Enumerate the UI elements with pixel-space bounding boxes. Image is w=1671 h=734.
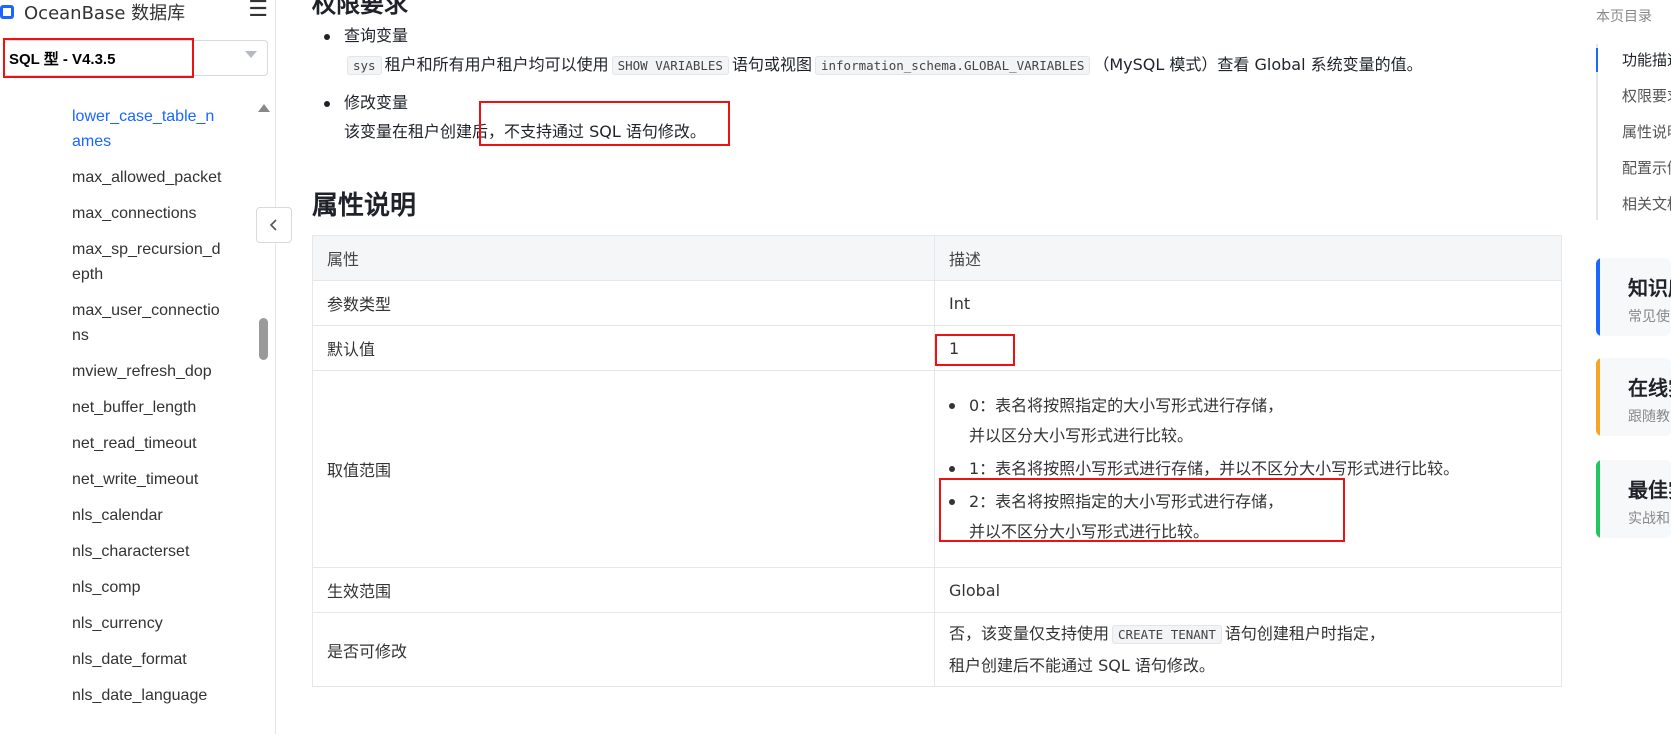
- sidebar-item-max-user-connections[interactable]: max_user_connections: [72, 298, 222, 348]
- sidebar-item-max-connections[interactable]: max_connections: [72, 201, 222, 226]
- highlight-box-version: [3, 38, 194, 78]
- cell-scope-value: Global: [934, 567, 1562, 613]
- card-title: 最佳实: [1628, 478, 1671, 502]
- cell-default-value: 1: [934, 325, 1562, 371]
- sidebar-item-max-sp-recursion-depth[interactable]: max_sp_recursion_depth: [72, 237, 222, 287]
- query-text-3: （MySQL 模式）查看 Global 系统变量的值。: [1093, 55, 1423, 74]
- range-0-line1: 0：表名将按照指定的大小写形式进行存储，: [969, 396, 1284, 415]
- card-subtitle: 实战和: [1628, 511, 1670, 527]
- code-create-tenant: CREATE TENANT: [1112, 625, 1222, 644]
- table-row: 生效范围 Global: [312, 567, 1562, 613]
- table-row: 是否可修改 否，该变量仅支持使用 CREATE TENANT 语句创建租户时指定， …: [312, 612, 1562, 687]
- sidebar-item-nls-characterset[interactable]: nls_characterset: [72, 539, 222, 564]
- page-toc: 本页目录 功能描述 权限要求 属性说明 配置示例 相关文档 知识库 常见使 在线…: [1596, 0, 1671, 734]
- collapse-sidebar-button[interactable]: [256, 207, 292, 243]
- card-subtitle: 常见使: [1628, 309, 1670, 325]
- chevron-down-icon: [245, 51, 257, 58]
- card-accent-bar: [1596, 358, 1600, 436]
- scrollbar-thumb[interactable]: [259, 318, 268, 360]
- card-accent-bar: [1596, 460, 1600, 538]
- cell-default-label: 默认值: [312, 325, 935, 371]
- sidebar: OceanBase 数据库 ☰ SQL 型 - V4.3.5 lower_cas…: [0, 0, 276, 734]
- query-text-2: 语句或视图: [731, 55, 812, 74]
- query-title: 查询变量: [344, 26, 409, 45]
- highlight-box-range-2: [939, 478, 1345, 542]
- card-title: 在线实: [1628, 376, 1671, 400]
- sidebar-item-max-allowed-packet[interactable]: max_allowed_packet: [72, 165, 222, 190]
- table-row: 取值范围 0：表名将按照指定的大小写形式进行存储， 并以区分大小写形式进行比较。 …: [312, 370, 1562, 568]
- sidebar-item-net-write-timeout[interactable]: net_write_timeout: [72, 467, 222, 492]
- oceanbase-logo-icon: [0, 5, 14, 19]
- section-heading-permissions: 权限要求: [312, 0, 408, 18]
- card-subtitle: 跟随教: [1628, 409, 1670, 425]
- query-description: sys 租户和所有用户租户均可以使用 SHOW VARIABLES 语句或视图 info…: [344, 50, 1423, 81]
- sidebar-item-nls-calendar[interactable]: nls_calendar: [72, 503, 222, 528]
- hamburger-icon[interactable]: ☰: [248, 0, 268, 21]
- sidebar-item-nls-date-format[interactable]: nls_date_format: [72, 647, 222, 672]
- range-1-text: 1：表名将按照小写形式进行存储，并以不区分大小写形式进行比较。: [969, 459, 1460, 478]
- modifiable-text-a: 否，该变量仅支持使用: [949, 624, 1110, 643]
- main-content: 权限要求 查询变量 sys 租户和所有用户租户均可以使用 SHOW VARIABLE…: [310, 0, 1562, 734]
- section-title-attributes: 属性说明: [312, 191, 417, 221]
- list-item-query: 查询变量 sys 租户和所有用户租户均可以使用 SHOW VARIABLES 语句或视…: [324, 22, 1423, 81]
- modifiable-text-b: 语句创建租户时指定，: [1224, 624, 1385, 643]
- card-online-lab[interactable]: 在线实 跟随教: [1596, 358, 1671, 436]
- card-title: 知识库: [1628, 276, 1671, 300]
- header-attr: 属性: [312, 235, 935, 281]
- header-desc: 描述: [934, 235, 1562, 281]
- attributes-table: 属性 描述 参数类型 Int 默认值 1 取值范围 0：表名将按照指定的大小写形…: [312, 235, 1562, 687]
- sidebar-item-lower-case-table-names[interactable]: lower_case_table_names: [72, 104, 222, 154]
- card-accent-bar: [1596, 258, 1600, 336]
- code-global-variables: information_schema.GLOBAL_VARIABLES: [814, 56, 1091, 75]
- toc-item-config-example[interactable]: 配置示例: [1622, 158, 1671, 178]
- table-header-row: 属性 描述: [312, 235, 1562, 281]
- sidebar-item-net-read-timeout[interactable]: net_read_timeout: [72, 431, 222, 456]
- sidebar-item-mview-refresh-dop[interactable]: mview_refresh_dop: [72, 359, 222, 384]
- cell-scope-label: 生效范围: [312, 567, 935, 613]
- code-show-variables: SHOW VARIABLES: [611, 56, 729, 75]
- table-row: 参数类型 Int: [312, 280, 1562, 326]
- toc-item-permissions[interactable]: 权限要求: [1622, 86, 1671, 106]
- cell-modifiable-value: 否，该变量仅支持使用 CREATE TENANT 语句创建租户时指定， 租户创建后不…: [934, 612, 1562, 687]
- brand-title: OceanBase 数据库: [24, 3, 186, 24]
- cell-type-value: Int: [934, 280, 1562, 326]
- card-best-practice[interactable]: 最佳实 实战和: [1596, 460, 1671, 538]
- brand[interactable]: OceanBase 数据库 ☰: [0, 0, 276, 24]
- sidebar-item-nls-currency[interactable]: nls_currency: [72, 611, 222, 636]
- toc-list: 功能描述 权限要求 属性说明 配置示例 相关文档: [1622, 50, 1671, 230]
- toc-title: 本页目录: [1596, 9, 1652, 25]
- chevron-left-icon: [269, 219, 277, 231]
- cell-type-label: 参数类型: [312, 280, 935, 326]
- sidebar-item-nls-comp[interactable]: nls_comp: [72, 575, 222, 600]
- cell-modifiable-label: 是否可修改: [312, 612, 935, 687]
- range-0-line2: 并以区分大小写形式进行比较。: [969, 426, 1194, 445]
- toc-item-related-docs[interactable]: 相关文档: [1622, 194, 1671, 214]
- card-knowledge-base[interactable]: 知识库 常见使: [1596, 258, 1671, 336]
- modifiable-line-2: 租户创建后不能通过 SQL 语句修改。: [949, 656, 1215, 675]
- sidebar-item-nls-date-language[interactable]: nls_date_language: [72, 683, 222, 708]
- highlight-box-default-value: [935, 334, 1015, 366]
- range-item-0: 0：表名将按照指定的大小写形式进行存储， 并以区分大小写形式进行比较。: [935, 391, 1561, 451]
- highlight-box-modify: [479, 101, 730, 146]
- query-text-1: 租户和所有用户租户均可以使用: [384, 55, 609, 74]
- sidebar-nav: lower_case_table_names max_allowed_packe…: [72, 104, 222, 719]
- toc-item-attributes[interactable]: 属性说明: [1622, 122, 1671, 142]
- scroll-up-arrow-icon[interactable]: [258, 104, 270, 112]
- toc-item-function[interactable]: 功能描述: [1622, 50, 1671, 70]
- modifiable-line-1: 否，该变量仅支持使用 CREATE TENANT 语句创建租户时指定，: [949, 618, 1547, 650]
- sidebar-scrollbar[interactable]: [258, 104, 270, 734]
- code-sys: sys: [347, 56, 382, 75]
- toc-active-indicator: [1596, 48, 1598, 72]
- cell-range-label: 取值范围: [312, 370, 935, 568]
- sidebar-item-net-buffer-length[interactable]: net_buffer_length: [72, 395, 222, 420]
